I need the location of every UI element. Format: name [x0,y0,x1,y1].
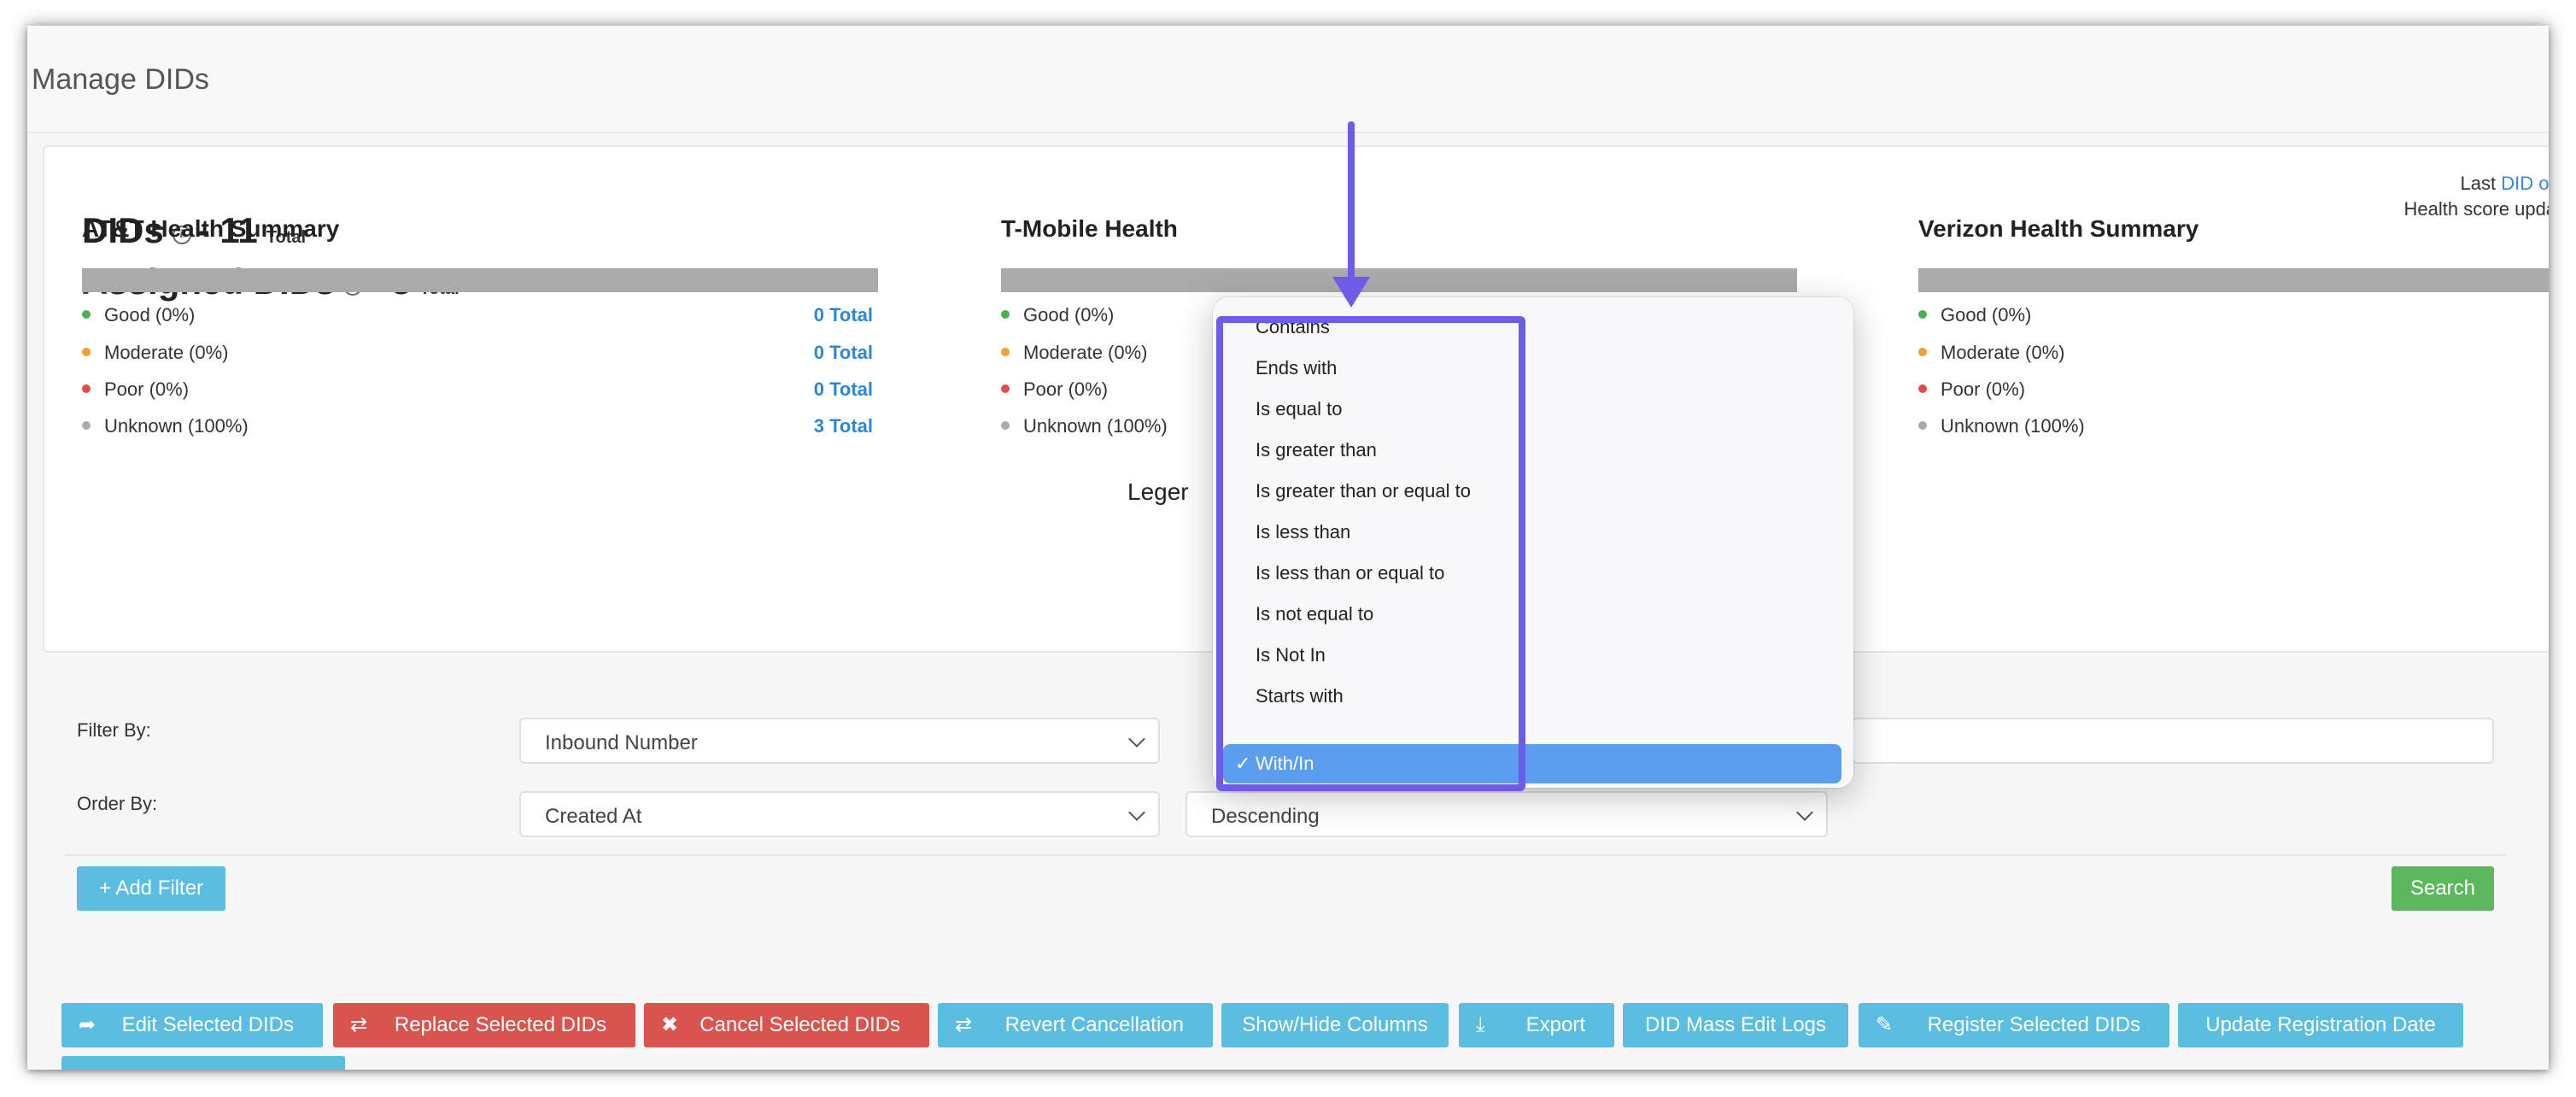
share-arrow-icon: ➦ [79,1013,97,1036]
filter-value-input[interactable] [1852,718,2494,764]
verizon-poor: Poor (0%) [1918,378,2025,401]
revert-cancellation-button[interactable]: ⇄ Revert Cancellation [938,1003,1213,1047]
tmobile-good: Good (0%) [1001,304,1114,326]
order-direction-select[interactable]: Descending [1186,791,1828,837]
cancel-selected-button[interactable]: ✖ Cancel Selected DIDs [644,1003,929,1047]
annotation-arrow-icon [1348,121,1355,289]
tmobile-moderate: Moderate (0%) [1001,342,1148,364]
dot-moderate-icon [1918,348,1927,356]
close-icon: ✖ [661,1013,679,1036]
dot-poor-icon [1001,384,1010,393]
verizon-moderate: Moderate (0%) [1918,342,2065,364]
dot-good-icon [82,310,91,319]
chevron-down-icon [1128,804,1145,821]
dot-unknown-icon [1001,421,1010,430]
page-header: Manage DIDs [27,26,2549,133]
chevron-down-icon [1128,730,1145,748]
att-moderate-total[interactable]: 0 Total [745,342,873,364]
att-unknown: Unknown (100%) [82,415,249,437]
dot-poor-icon [82,384,91,393]
did-order-link[interactable]: DID order [2501,173,2549,194]
edit-icon: ✎ [1876,1013,1894,1036]
dot-moderate-icon [1001,348,1010,356]
dot-unknown-icon [82,421,91,430]
verizon-unknown: Unknown (100%) [1918,415,2085,437]
update-registration-button[interactable]: Update Registration Date [2178,1003,2463,1047]
dot-good-icon [1001,310,1010,319]
last-did-order: Last DID order 0 [2461,173,2549,195]
dot-good-icon [1918,310,1927,319]
annotation-arrowhead-icon [1332,277,1370,308]
tmobile-poor: Poor (0%) [1001,378,1108,401]
health-label: Health score updated [2403,198,2549,220]
order-direction-value: Descending [1211,805,1320,828]
download-icon: ⤓ [1476,1013,1485,1036]
search-button[interactable]: Search [2392,866,2494,911]
edit-selected-button[interactable]: ➦ Edit Selected DIDs [61,1003,323,1047]
att-health-bar [82,268,878,292]
last-prefix: Last [2460,173,2497,194]
replace-selected-button[interactable]: ⇄ Replace Selected DIDs [333,1003,635,1047]
order-by-label: Order By: [77,793,158,814]
health-score-updated: Health score updated 0 [2403,198,2549,220]
verizon-summary-title: Verizon Health Summary [1918,215,2199,242]
order-field-value: Created At [545,805,642,828]
verizon-health-bar [1918,268,2549,292]
page-title: Manage DIDs [32,63,209,96]
filter-field-select[interactable]: Inbound Number [519,718,1160,764]
export-button[interactable]: ⤓ Export [1459,1003,1614,1047]
show-hide-columns-button[interactable]: Show/Hide Columns [1221,1003,1449,1047]
retweet-icon: ⇄ [350,1013,368,1036]
tmobile-health-bar [1001,268,1797,292]
app-window: Manage DIDs DIDsi- 11Total Assigned DIDs… [27,26,2549,1070]
dot-poor-icon [1918,384,1927,393]
dot-unknown-icon [1918,421,1927,430]
att-poor: Poor (0%) [82,378,189,401]
tmobile-summary-title: T-Mobile Health [1001,215,1178,242]
att-unknown-total[interactable]: 3 Total [745,415,873,437]
filter-by-label: Filter By: [77,719,151,741]
att-good-total[interactable]: 0 Total [745,304,873,326]
divider [65,854,2506,856]
verizon-good: Good (0%) [1918,304,2031,326]
att-summary-title: AT&T Health Summary [82,215,340,242]
att-good: Good (0%) [82,304,195,326]
dot-moderate-icon [82,348,91,356]
filter-field-value: Inbound Number [545,731,698,754]
more-actions-button[interactable] [61,1056,345,1070]
legend-label: Leger [1127,478,1189,505]
att-poor-total[interactable]: 0 Total [745,378,873,401]
att-moderate: Moderate (0%) [82,342,229,364]
add-filter-button[interactable]: + Add Filter [77,866,225,911]
mass-edit-logs-button[interactable]: DID Mass Edit Logs [1623,1003,1848,1047]
retweet-icon: ⇄ [955,1013,973,1036]
tmobile-unknown: Unknown (100%) [1001,415,1168,437]
order-field-select[interactable]: Created At [519,791,1160,837]
annotation-highlight-box [1216,316,1525,791]
chevron-down-icon [1796,804,1813,821]
register-selected-button[interactable]: ✎ Register Selected DIDs [1859,1003,2169,1047]
